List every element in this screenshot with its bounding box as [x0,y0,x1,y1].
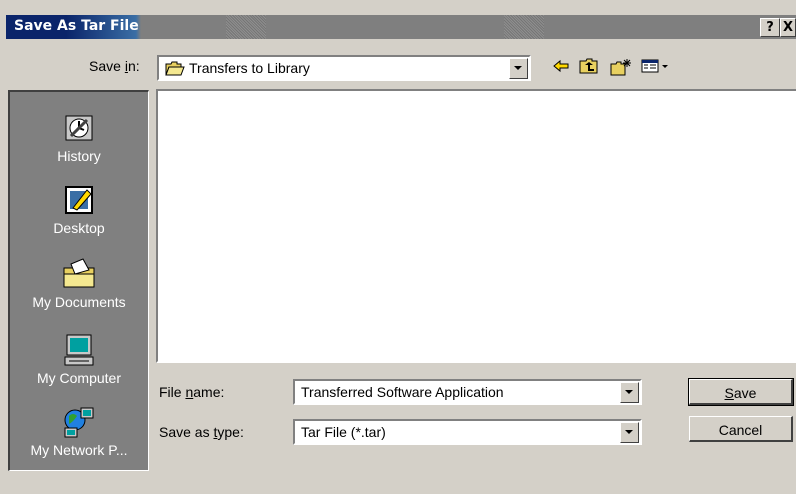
desktop-icon [61,182,97,218]
folder-up-icon[interactable] [578,58,600,78]
save-as-dialog: Save As Tar File ? X Save in: Transfers … [0,0,796,494]
save-as-type-value: Tar File (*.tar) [301,424,386,440]
network-places-icon [61,404,97,440]
save-in-combo[interactable]: Transfers to Library [157,55,531,81]
save-in-value: Transfers to Library [189,60,310,76]
file-name-label: File name: [159,384,225,400]
place-my-computer[interactable]: My Computer [10,332,148,386]
cancel-button[interactable]: Cancel [689,416,793,442]
save-as-type-dropdown-arrow[interactable] [620,422,639,443]
window-title: Save As Tar File [14,18,139,34]
file-name-combo[interactable]: Transferred Software Application [293,379,642,405]
close-button[interactable]: X [780,18,796,37]
save-in-dropdown-arrow[interactable] [509,58,528,79]
title-dither-left [226,15,266,39]
places-bar: History Desktop My Documents My Computer… [8,90,149,471]
new-folder-icon[interactable] [610,58,632,78]
file-name-dropdown-arrow[interactable] [620,382,639,403]
my-computer-icon [61,332,97,368]
place-desktop[interactable]: Desktop [10,182,148,236]
save-as-type-label: Save as type: [159,424,244,440]
place-my-network[interactable]: My Network P... [10,404,148,458]
save-button[interactable]: Save [688,378,794,406]
open-folder-icon [165,61,185,79]
save-as-type-combo[interactable]: Tar File (*.tar) [293,419,642,445]
file-list-view[interactable] [156,89,796,363]
file-name-input[interactable]: Transferred Software Application [301,384,504,400]
title-bar[interactable]: Save As Tar File ? X [6,15,796,39]
my-documents-icon [61,256,97,292]
place-my-documents[interactable]: My Documents [10,256,148,310]
save-in-label: Save in: [89,58,140,74]
history-icon [61,110,97,146]
place-history[interactable]: History [10,110,148,164]
help-button[interactable]: ? [760,18,780,37]
views-menu-icon[interactable] [640,58,674,78]
title-dither-right [504,15,544,39]
back-icon[interactable] [550,58,572,78]
